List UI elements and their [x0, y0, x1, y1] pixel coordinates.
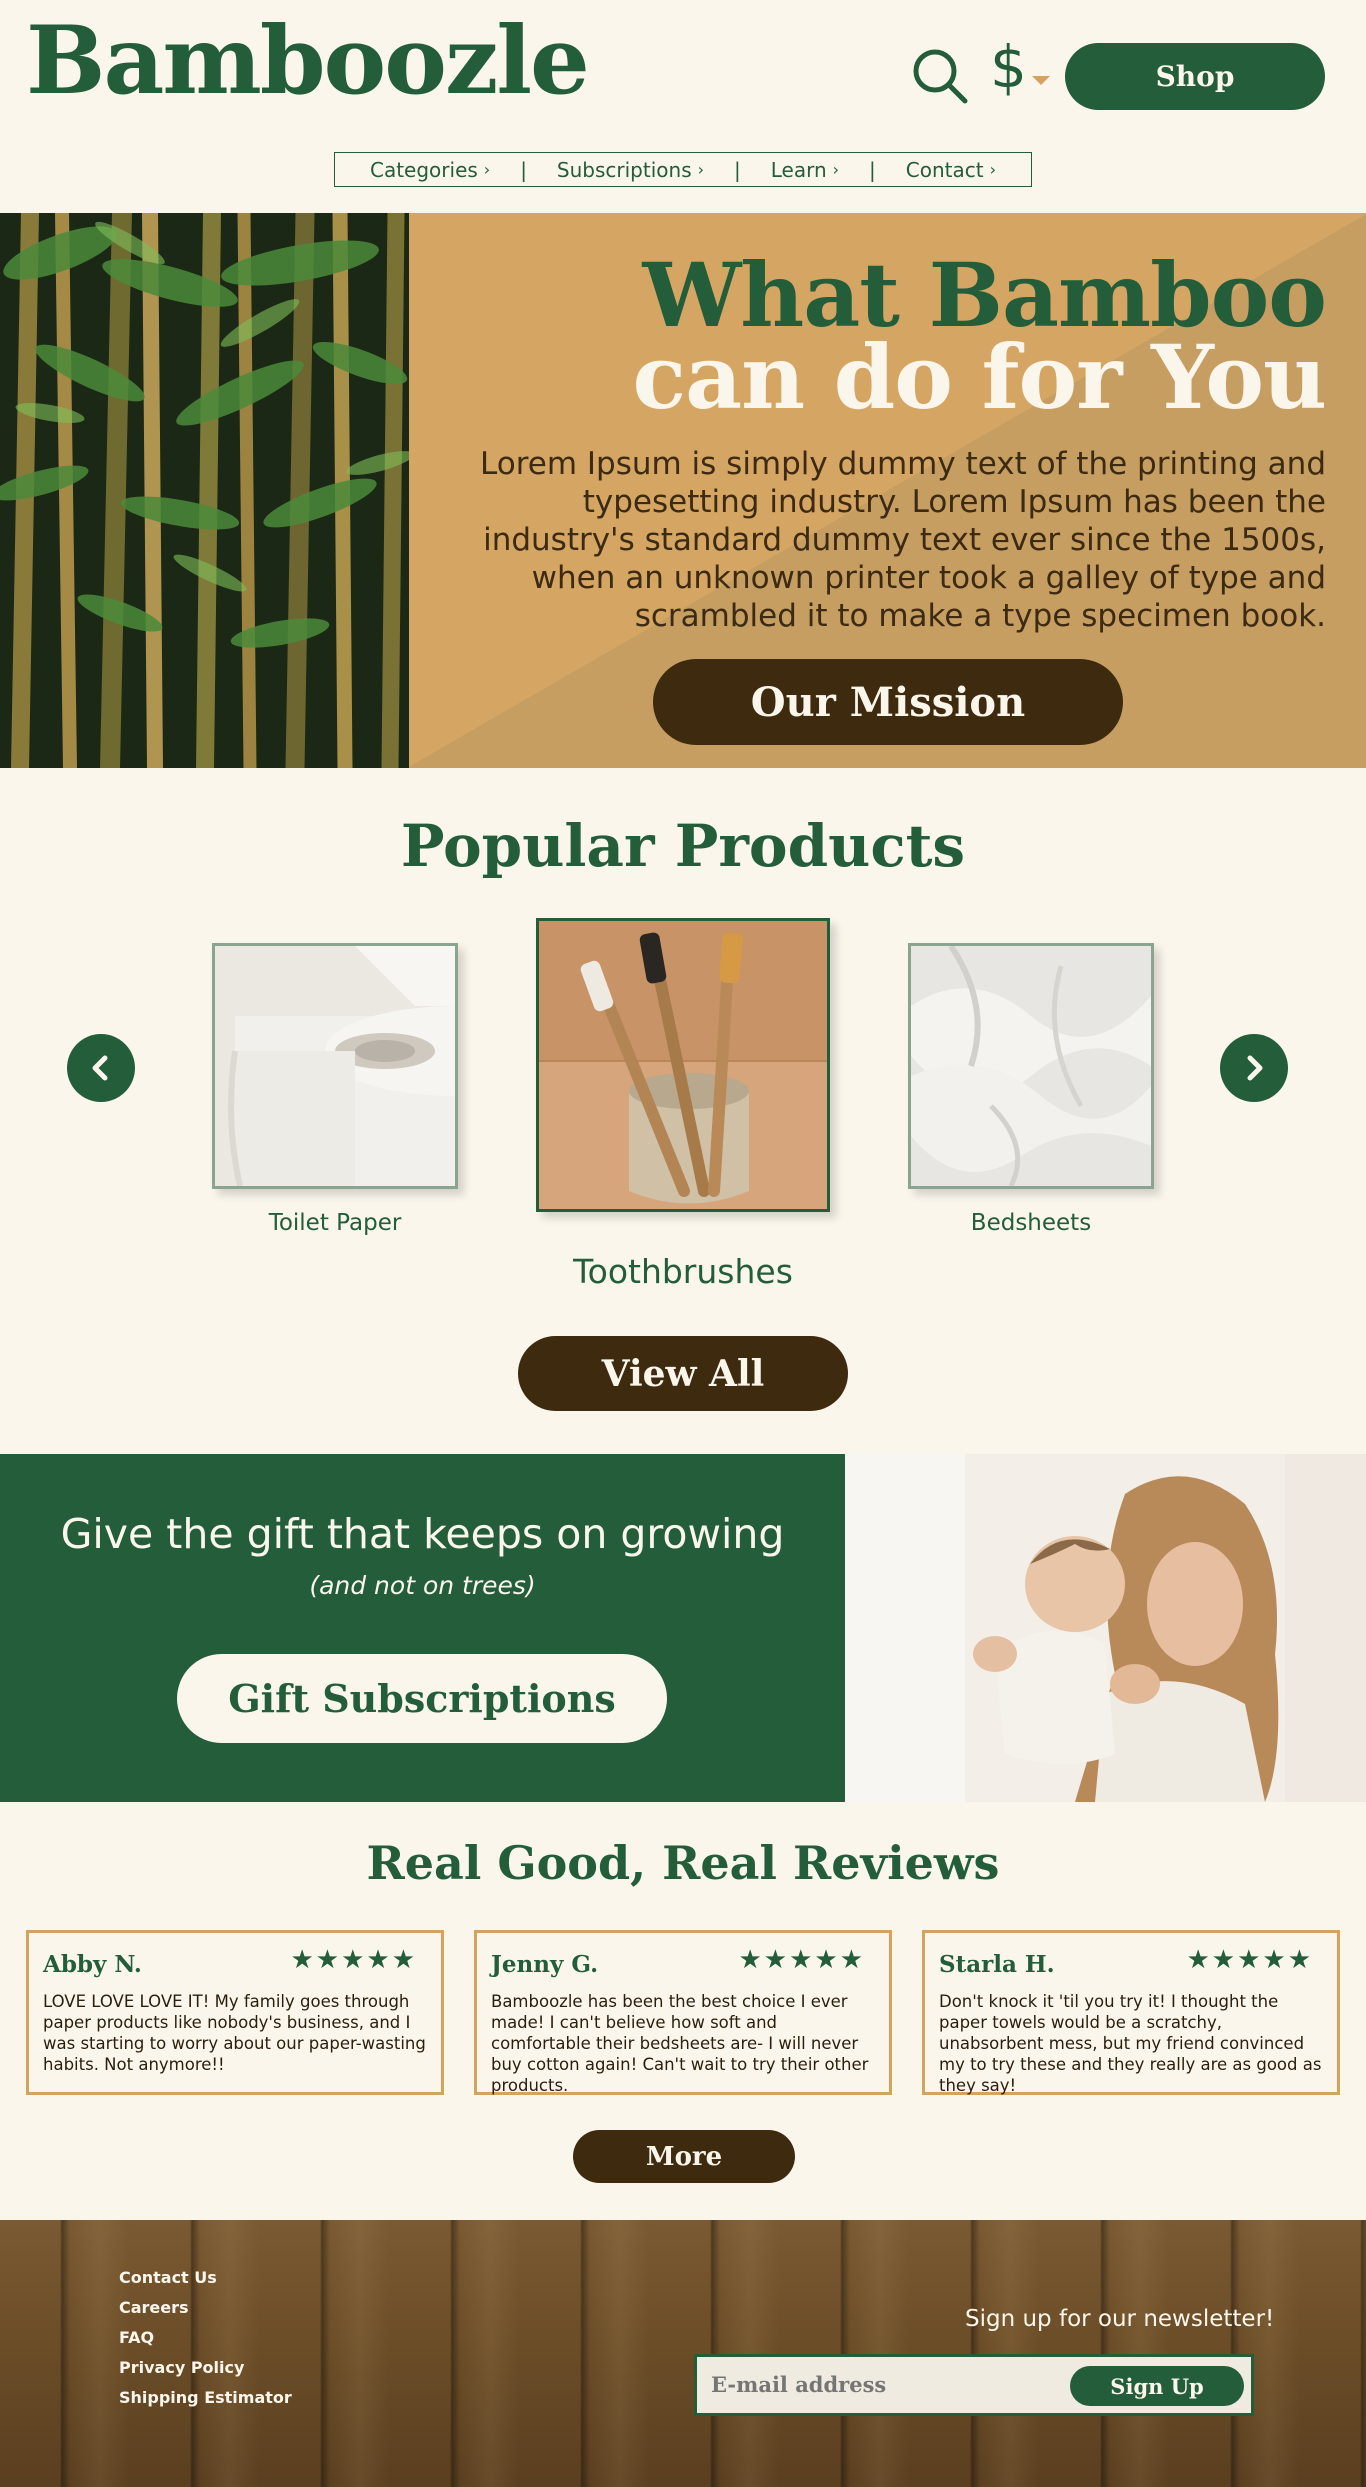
review-card: Jenny G. ★★★★★ Bamboozle has been the be… [474, 1930, 892, 2095]
newsletter-label: Sign up for our newsletter! [965, 2306, 1275, 2332]
star-rating-icon: ★★★★★ [1186, 1945, 1313, 1975]
gift-section: Give the gift that keeps on growing (and… [0, 1454, 1366, 1802]
nav-item-contact[interactable]: Contact › [906, 158, 996, 182]
products-title: Popular Products [400, 812, 966, 880]
chevron-right-icon: › [989, 160, 996, 179]
email-input[interactable] [711, 2372, 1051, 2397]
chevron-right-icon: › [832, 160, 840, 179]
review-card: Starla H. ★★★★★ Don't knock it 'til you … [922, 1930, 1340, 2095]
footer-link-shipping-estimator[interactable]: Shipping Estimator [119, 2388, 292, 2407]
toothbrushes-image [539, 921, 827, 1209]
more-reviews-button[interactable]: More [573, 2130, 795, 2183]
product-label-toothbrushes[interactable]: Toothbrushes [536, 1252, 830, 1291]
our-mission-button[interactable]: Our Mission [653, 659, 1123, 745]
search-icon[interactable] [910, 46, 970, 106]
main-nav: Categories › | Subscriptions › | Learn ›… [334, 152, 1032, 187]
site-logo[interactable]: Bamboozle [26, 14, 590, 108]
sign-up-button[interactable]: Sign Up [1070, 2366, 1244, 2406]
footer-link-faq[interactable]: FAQ [119, 2328, 292, 2347]
carousel-prev-button[interactable] [67, 1034, 135, 1102]
reviewer-name: Starla H. [939, 1951, 1055, 1978]
bamboo-forest-image [0, 213, 409, 768]
product-label-toilet-paper[interactable]: Toilet Paper [212, 1210, 458, 1236]
review-card: Abby N. ★★★★★ LOVE LOVE LOVE IT! My fami… [26, 1930, 444, 2095]
nav-item-label: Learn [770, 157, 827, 182]
chevron-right-icon: › [697, 160, 705, 179]
hero-section: What Bamboo can do for You Lorem Ipsum i… [0, 213, 1366, 768]
view-all-button[interactable]: View All [518, 1336, 848, 1411]
carousel-next-button[interactable] [1220, 1034, 1288, 1102]
mother-baby-image [845, 1454, 1366, 1802]
reviewer-name: Jenny G. [491, 1951, 599, 1978]
review-text: Don't knock it 'til you try it! I though… [939, 1992, 1322, 2095]
shop-button[interactable]: Shop [1065, 43, 1325, 110]
toilet-paper-image [215, 946, 455, 1186]
footer-link-contact-us[interactable]: Contact Us [119, 2268, 292, 2287]
reviewer-name: Abby N. [43, 1951, 142, 1978]
nav-item-learn[interactable]: Learn › [771, 158, 839, 182]
nav-item-label: Categories [369, 157, 478, 182]
product-card-toilet-paper[interactable] [212, 943, 458, 1189]
chevron-right-icon [1247, 1055, 1263, 1081]
hero-title-line2: can do for You [632, 325, 1327, 429]
newsletter-form: Sign Up [694, 2354, 1254, 2416]
currency-selector[interactable]: $ [990, 38, 1027, 96]
star-rating-icon: ★★★★★ [290, 1945, 417, 1975]
nav-item-label: Contact [905, 157, 984, 182]
product-card-bedsheets[interactable] [908, 943, 1154, 1189]
review-text: Bamboozle has been the best choice I eve… [491, 1992, 869, 2095]
nav-separator: | [520, 157, 527, 182]
footer-link-privacy-policy[interactable]: Privacy Policy [119, 2358, 292, 2377]
gift-title: Give the gift that keeps on growing [60, 1510, 785, 1558]
hero-body-text: Lorem Ipsum is simply dummy text of the … [480, 446, 1326, 634]
gift-panel: Give the gift that keeps on growing (and… [0, 1454, 845, 1802]
product-card-toothbrushes[interactable] [536, 918, 830, 1212]
footer-links: Contact Us Careers FAQ Privacy Policy Sh… [119, 2268, 292, 2418]
product-label-bedsheets[interactable]: Bedsheets [908, 1210, 1154, 1236]
site-header: Bamboozle $ Shop Categories › | Subscrip… [0, 0, 1366, 212]
reviews-title: Real Good, Real Reviews [366, 1836, 1000, 1890]
chevron-right-icon: › [483, 160, 491, 179]
chevron-left-icon [92, 1055, 108, 1081]
nav-item-subscriptions[interactable]: Subscriptions › [557, 158, 704, 182]
bedsheets-image [911, 946, 1151, 1186]
footer-link-careers[interactable]: Careers [119, 2298, 292, 2317]
gift-subscriptions-button[interactable]: Gift Subscriptions [177, 1654, 667, 1743]
star-rating-icon: ★★★★★ [738, 1945, 865, 1975]
nav-separator: | [869, 157, 876, 182]
nav-separator: | [734, 157, 741, 182]
nav-item-categories[interactable]: Categories › [370, 158, 490, 182]
gift-subtitle: (and not on trees) [309, 1571, 536, 1600]
site-footer: Contact Us Careers FAQ Privacy Policy Sh… [0, 2220, 1366, 2487]
review-text: LOVE LOVE LOVE IT! My family goes throug… [43, 1992, 426, 2074]
chevron-down-icon[interactable] [1032, 76, 1050, 85]
nav-item-label: Subscriptions [556, 157, 692, 182]
